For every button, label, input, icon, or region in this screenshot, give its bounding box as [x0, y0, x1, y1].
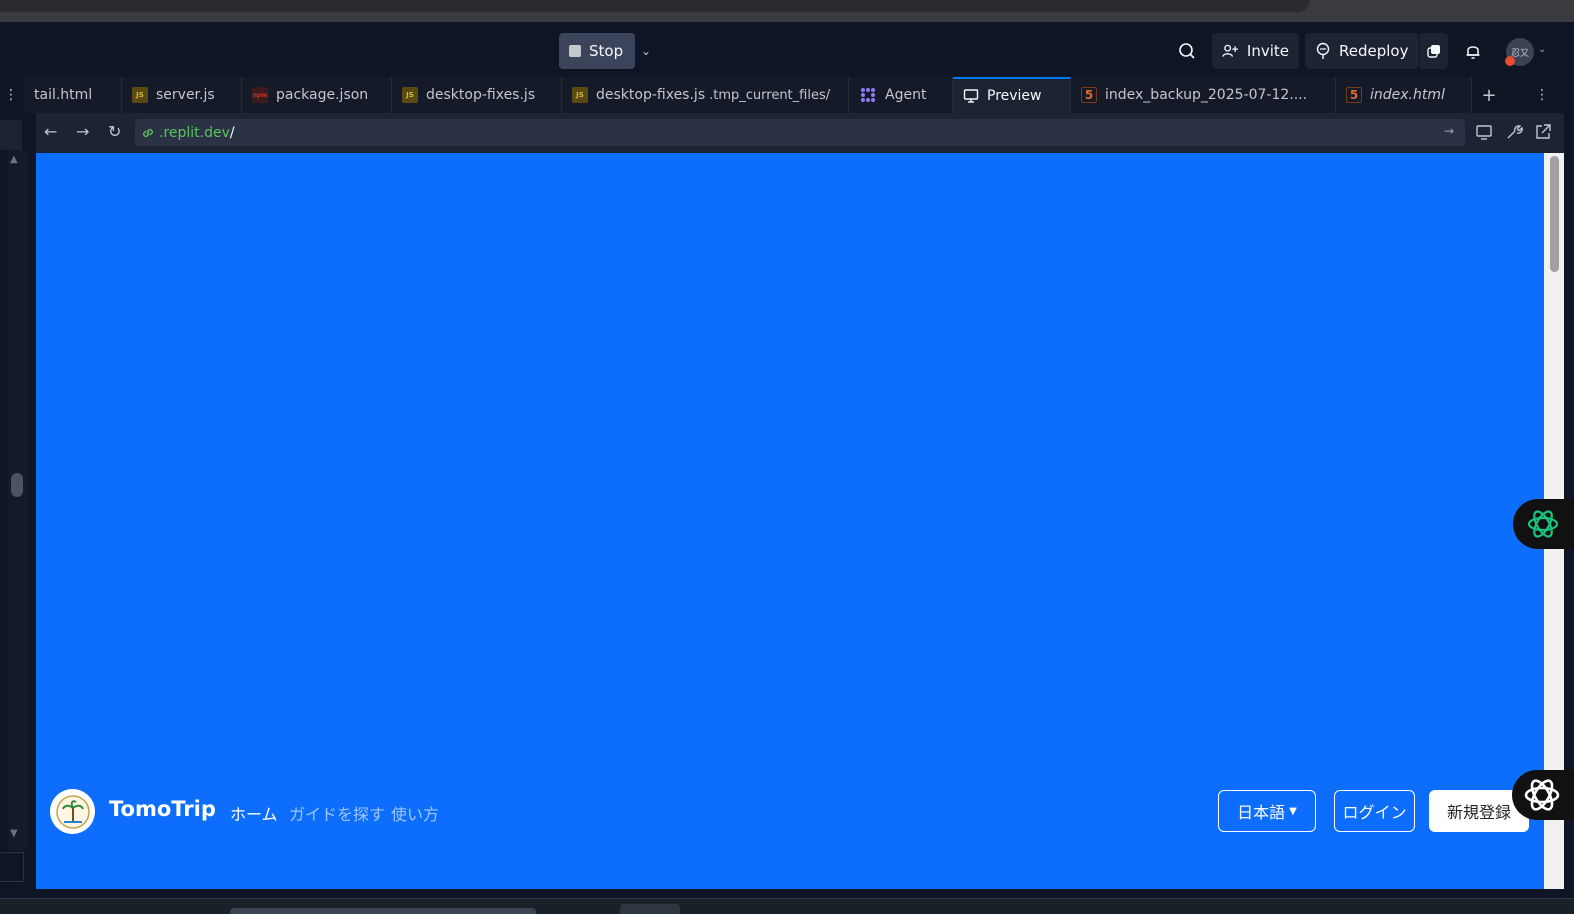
- tab-label: index_backup_2025-07-12....: [1105, 87, 1308, 103]
- stop-label: Stop: [589, 42, 624, 60]
- login-button[interactable]: ログイン: [1334, 790, 1415, 832]
- tab-desktop-fixes-js[interactable]: JS desktop-fixes.js: [392, 77, 562, 113]
- left-scrollbar[interactable]: [8, 150, 28, 850]
- tab-sublabel: .tmp_current_files/: [709, 87, 831, 103]
- tab-label: desktop-fixes.js: [426, 87, 536, 103]
- go-arrow-icon[interactable]: →: [1444, 124, 1454, 138]
- chevron-down-icon[interactable]: ⌄: [1538, 44, 1546, 55]
- openai-logo-icon: [1527, 510, 1559, 538]
- url-bar[interactable]: .replit.dev /: [135, 119, 1465, 146]
- js-file-icon: JS: [572, 87, 588, 103]
- tab-package-json[interactable]: npm package.json: [242, 77, 392, 113]
- deployments-button[interactable]: [1420, 33, 1448, 69]
- palm-tree-logo-icon: [55, 794, 90, 829]
- search-icon[interactable]: [1177, 41, 1197, 61]
- devices-icon[interactable]: [1474, 122, 1494, 142]
- avatar-text: 忍又: [1510, 48, 1529, 59]
- npm-file-icon: npm: [252, 87, 268, 103]
- tab-label: Preview: [987, 88, 1042, 104]
- tab-label: tail.html: [34, 87, 93, 103]
- tab-preview[interactable]: Preview: [953, 77, 1071, 113]
- invite-label: Invite: [1246, 42, 1289, 60]
- nav-link-find-guides[interactable]: ガイドを探す: [289, 801, 385, 825]
- agent-icon: [861, 88, 875, 102]
- scroll-down-icon[interactable]: ▼: [10, 828, 18, 839]
- chevron-down-icon[interactable]: ⌄: [637, 40, 655, 62]
- redeploy-label: Redeploy: [1339, 42, 1409, 60]
- caret-down-icon: ▼: [1289, 805, 1297, 817]
- taskbar-item[interactable]: [230, 908, 536, 914]
- taskbar-item[interactable]: [620, 904, 680, 914]
- tab-label: package.json: [276, 87, 369, 103]
- bell-icon[interactable]: [1463, 41, 1483, 61]
- preview-page: [36, 153, 1544, 889]
- os-window-titlebar: [0, 0, 1310, 12]
- tab-index-html[interactable]: 5 index.html: [1336, 77, 1472, 113]
- stop-button[interactable]: Stop: [559, 33, 635, 69]
- wrench-icon[interactable]: [1504, 122, 1524, 142]
- notification-dot: [1505, 56, 1515, 66]
- ai-assistant-bubble[interactable]: [1513, 499, 1574, 549]
- kebab-menu-icon[interactable]: ⋮: [0, 77, 22, 113]
- scroll-up-icon[interactable]: ▲: [10, 154, 18, 165]
- site-logo[interactable]: [50, 789, 95, 834]
- js-file-icon: JS: [402, 87, 418, 103]
- ai-assistant-bubble[interactable]: [1512, 770, 1574, 820]
- arrow-right-icon[interactable]: →: [76, 122, 96, 142]
- copy-icon: [1427, 45, 1440, 58]
- left-panel-footer: [0, 852, 24, 882]
- tab-server-js[interactable]: JS server.js: [122, 77, 242, 113]
- language-dropdown-button[interactable]: 日本語 ▼: [1218, 790, 1316, 832]
- new-tab-plus-icon[interactable]: +: [1472, 77, 1506, 113]
- redeploy-button[interactable]: Redeploy: [1305, 33, 1419, 69]
- left-scroll-thumb[interactable]: [11, 473, 23, 497]
- tab-label: index.html: [1370, 87, 1445, 103]
- openai-logo-icon: [1524, 779, 1560, 811]
- html-file-icon: 5: [1346, 87, 1362, 103]
- preview-scroll-thumb[interactable]: [1550, 156, 1559, 272]
- tab-agent[interactable]: Agent: [849, 77, 953, 113]
- reload-icon[interactable]: ↻: [108, 122, 128, 142]
- kebab-menu-icon[interactable]: ⋮: [1530, 77, 1554, 113]
- stop-square-icon: [569, 45, 581, 57]
- url-domain: .replit.dev: [159, 124, 230, 141]
- link-icon: [142, 128, 154, 137]
- left-panel-header: [0, 120, 22, 150]
- url-path: /: [229, 124, 235, 141]
- nav-link-how-to[interactable]: 使い方: [391, 801, 439, 825]
- language-label: 日本語: [1237, 803, 1286, 822]
- user-plus-icon: [1222, 44, 1238, 57]
- tab-desktop-fixes-tmp[interactable]: JS desktop-fixes.js .tmp_current_files/: [562, 77, 849, 113]
- external-link-icon[interactable]: [1533, 122, 1553, 142]
- arrow-left-icon[interactable]: ←: [44, 122, 64, 142]
- tab-label: Agent: [885, 87, 927, 103]
- tab-index-backup[interactable]: 5 index_backup_2025-07-12....: [1071, 77, 1336, 113]
- site-brand[interactable]: TomoTrip: [109, 797, 216, 821]
- js-file-icon: JS: [132, 87, 148, 103]
- tab-tail-html[interactable]: tail.html: [24, 77, 122, 113]
- html-file-icon: 5: [1081, 87, 1097, 103]
- monitor-icon: [963, 89, 979, 103]
- tab-label: server.js: [156, 87, 215, 103]
- nav-link-home[interactable]: ホーム: [230, 801, 278, 825]
- deploy-balloon-icon: [1316, 42, 1330, 59]
- invite-button[interactable]: Invite: [1212, 33, 1299, 69]
- tab-label: desktop-fixes.js: [596, 87, 706, 103]
